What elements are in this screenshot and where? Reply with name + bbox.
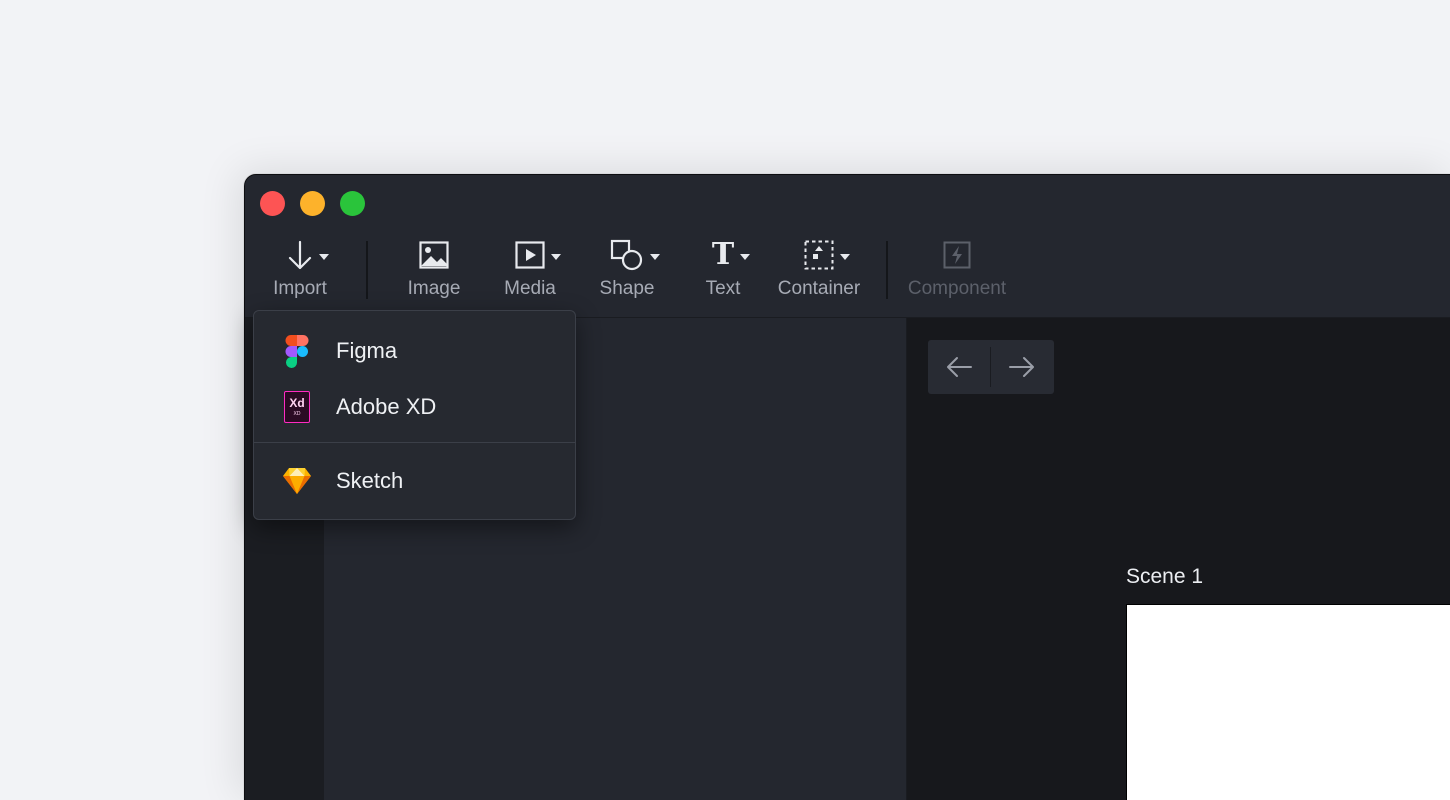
- container-icon: [804, 240, 834, 270]
- image-button[interactable]: Image: [386, 235, 482, 305]
- text-button[interactable]: T Text: [675, 235, 771, 305]
- figma-icon: [282, 334, 312, 368]
- adobe-xd-icon: Xd XD: [282, 390, 312, 424]
- media-play-icon: [515, 241, 545, 269]
- toolbar: Import Image Media Shape T Text Containe…: [245, 235, 1450, 305]
- window-controls: [260, 191, 365, 216]
- container-label: Container: [777, 278, 861, 299]
- chevron-down-icon: [650, 254, 660, 260]
- arrow-left-icon: [947, 357, 972, 377]
- chevron-down-icon: [319, 254, 329, 260]
- menu-item-label: Figma: [336, 338, 398, 363]
- media-button[interactable]: Media: [482, 235, 578, 305]
- menu-divider: [254, 442, 575, 443]
- container-button[interactable]: Container: [771, 235, 867, 305]
- chevron-down-icon: [840, 254, 850, 260]
- toolbar-divider: [886, 241, 888, 299]
- scene-artboard[interactable]: [1126, 604, 1450, 800]
- import-label: Import: [273, 278, 327, 299]
- component-label: Component: [907, 278, 1007, 299]
- maximize-window-button[interactable]: [340, 191, 365, 216]
- menu-item-adobe-xd[interactable]: Xd XD Adobe XD: [254, 382, 575, 432]
- menu-item-figma[interactable]: Figma: [254, 326, 575, 376]
- shape-icon: [610, 239, 643, 271]
- forward-button[interactable]: [991, 340, 1053, 394]
- menu-item-label: Adobe XD: [336, 394, 437, 419]
- image-icon: [419, 241, 449, 269]
- import-dropdown-menu: Figma Xd XD Adobe XD Sketch: [253, 310, 576, 520]
- chevron-down-icon: [740, 254, 751, 260]
- scene-title[interactable]: Scene 1: [1126, 565, 1203, 589]
- component-bolt-icon: [943, 241, 971, 269]
- minimize-window-button[interactable]: [300, 191, 325, 216]
- xd-badge-text: Xd: [289, 396, 305, 410]
- text-label: Text: [705, 278, 741, 299]
- media-label: Media: [504, 278, 556, 299]
- back-button[interactable]: [928, 340, 990, 394]
- text-icon: T: [711, 237, 735, 272]
- image-label: Image: [407, 278, 461, 299]
- chevron-down-icon: [551, 254, 561, 260]
- component-button[interactable]: Component: [907, 235, 1007, 305]
- history-nav: [928, 340, 1054, 394]
- title-bar: Import Image Media Shape T Text Containe…: [245, 175, 1450, 318]
- menu-item-label: Sketch: [336, 468, 404, 493]
- import-button[interactable]: Import: [252, 235, 348, 305]
- shape-label: Shape: [599, 278, 655, 299]
- canvas-area[interactable]: Scene 1: [907, 318, 1450, 800]
- close-window-button[interactable]: [260, 191, 285, 216]
- xd-badge-subtext: XD: [293, 411, 301, 417]
- menu-item-sketch[interactable]: Sketch: [254, 456, 575, 506]
- import-arrow-icon: [288, 240, 312, 270]
- sketch-icon: [282, 464, 312, 498]
- shape-button[interactable]: Shape: [579, 235, 675, 305]
- toolbar-divider: [366, 241, 368, 299]
- arrow-right-icon: [1009, 357, 1034, 377]
